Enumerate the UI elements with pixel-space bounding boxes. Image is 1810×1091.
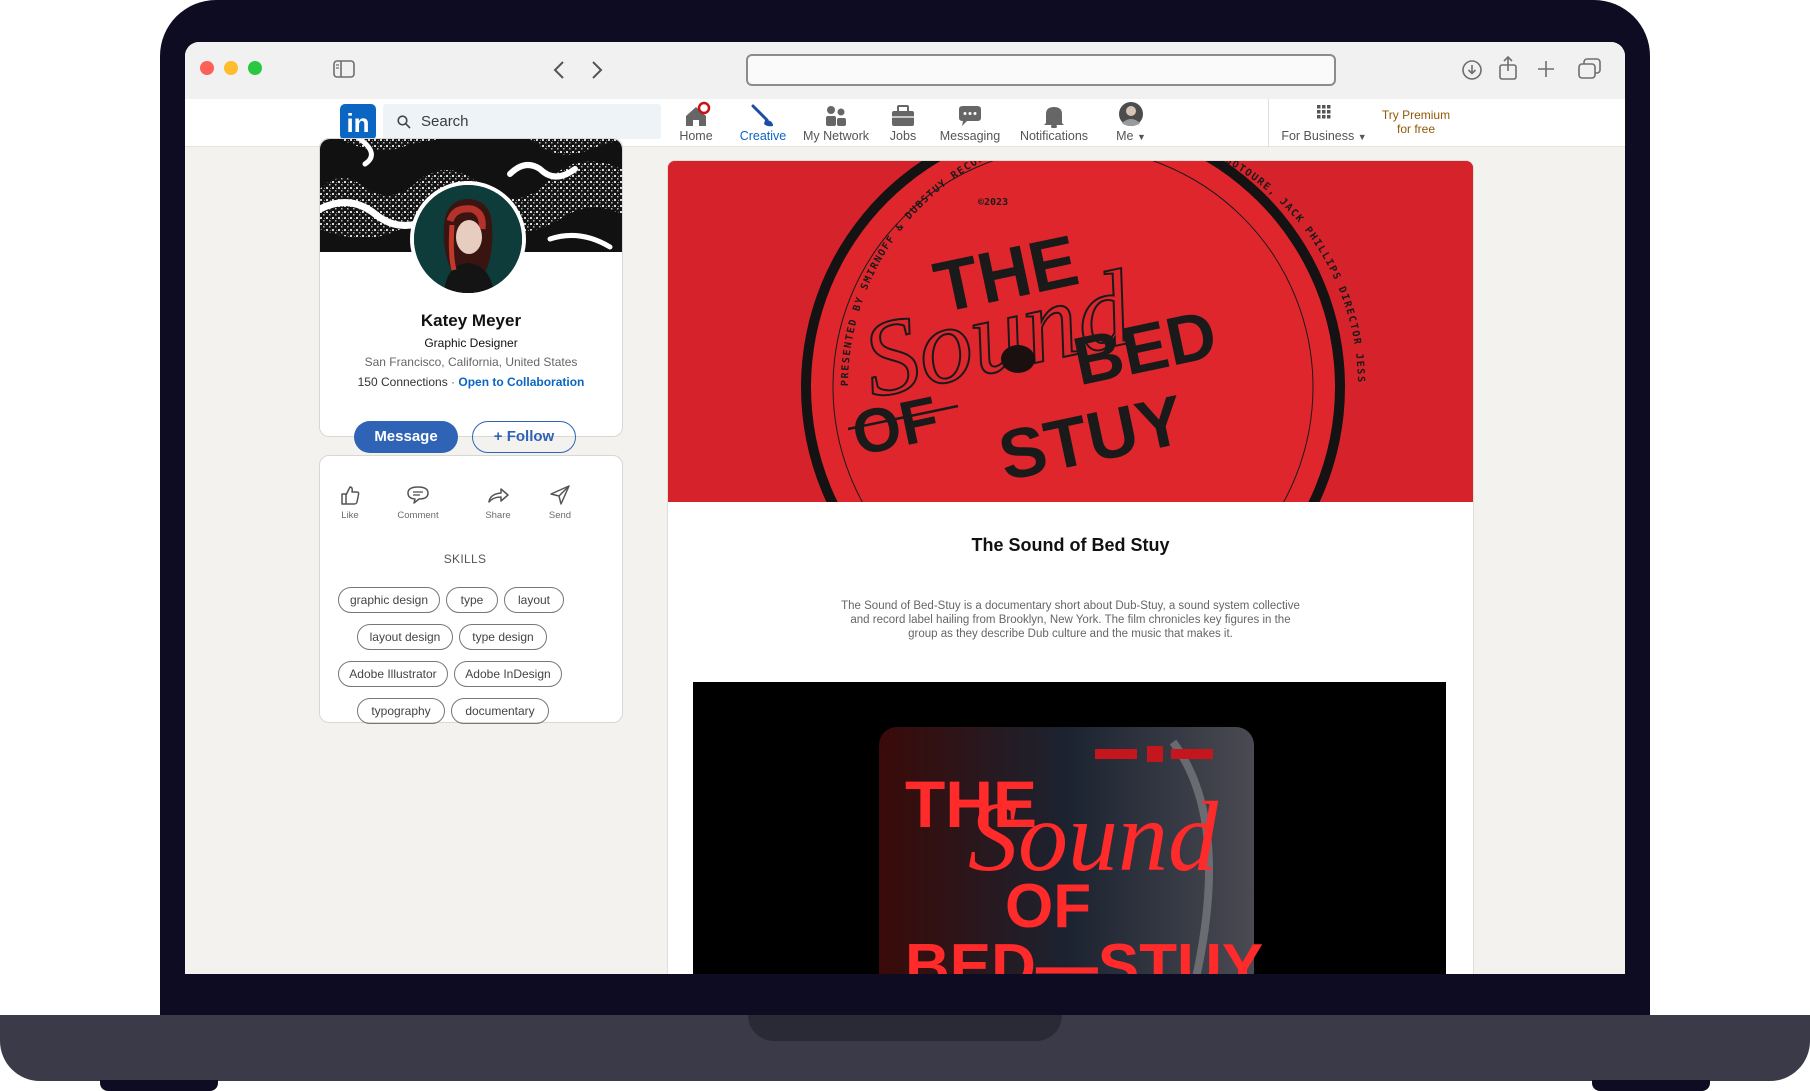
share-label: Share (485, 510, 511, 521)
send-action[interactable]: Send (530, 484, 590, 521)
nav-jobs-label: Jobs (889, 129, 917, 143)
skill-tag[interactable]: documentary (451, 698, 549, 724)
network-icon (826, 106, 846, 126)
nav-notifications-label: Notifications (1019, 129, 1089, 143)
comment-action[interactable]: Comment (388, 484, 448, 521)
nav-me-label: Me ▼ (1116, 129, 1146, 143)
nav-messaging[interactable]: Messaging (935, 99, 1005, 146)
nav-notifications[interactable]: Notifications (1011, 99, 1097, 146)
maximize-window-button[interactable] (248, 61, 262, 75)
thumbs-up-icon (341, 486, 360, 505)
nav-divider (1268, 99, 1269, 146)
comment-icon (407, 486, 429, 504)
linkedin-logo[interactable]: in (340, 104, 376, 140)
laptop-foot-left (100, 1080, 218, 1091)
record-year: ©2023 (978, 197, 1008, 208)
skill-tag[interactable]: typography (357, 698, 445, 724)
nav-messaging-label: Messaging (939, 129, 1001, 143)
profile-location: San Francisco, California, United States (364, 355, 578, 369)
back-arrow-icon[interactable] (553, 60, 565, 80)
bell-icon (1044, 107, 1064, 128)
laptop-foot-right (1592, 1080, 1710, 1091)
browser-toolbar (185, 42, 1625, 99)
message-button[interactable]: Message (354, 421, 458, 453)
nav-me[interactable]: Me ▼ (1101, 99, 1161, 146)
skill-tag[interactable]: type (446, 587, 498, 613)
nav-creative[interactable]: Creative (729, 99, 797, 146)
like-label: Like (341, 510, 359, 521)
share-page-icon[interactable] (1498, 56, 1518, 80)
skills-heading: SKILLS (443, 552, 487, 566)
home-icon (686, 101, 711, 126)
profile-card: Katey Meyer Graphic Designer San Francis… (319, 138, 623, 453)
nav-home-label: Home (679, 129, 713, 143)
profile-name: Katey Meyer (420, 311, 522, 330)
search-icon (397, 115, 411, 129)
comment-label: Comment (397, 510, 439, 521)
profile-connections-row: 150 Connections · Open to Collaboration (357, 375, 585, 389)
follow-button[interactable]: + Follow (472, 421, 576, 453)
post-title: The Sound of Bed Stuy (971, 535, 1170, 555)
skill-tag[interactable]: graphic design (338, 587, 440, 613)
forward-arrow-icon[interactable] (591, 60, 603, 80)
nav-for-business[interactable]: For Business ▼ (1281, 99, 1367, 146)
sidebar-toggle-icon[interactable] (333, 60, 355, 78)
laptop-notch (748, 1015, 1062, 1041)
video-word-bed-stuy: BED—STUY (905, 932, 1263, 974)
profile-photo (414, 185, 522, 293)
new-tab-icon[interactable] (1537, 60, 1555, 78)
skills-card: Like Comment Share Send SKILLS graphic d… (319, 455, 623, 724)
search-placeholder: Search (421, 113, 469, 130)
post-description: The Sound of Bed-Stuy is a documentary s… (841, 600, 1300, 640)
profile-headline: Graphic Designer (424, 336, 518, 350)
browser-window: in Search Home Creative My Network Jobs … (185, 42, 1625, 974)
skill-tag[interactable]: layout design (357, 624, 453, 650)
profile-avatar[interactable] (410, 181, 526, 297)
download-icon[interactable] (1461, 59, 1483, 81)
video-word-of: OF (1005, 872, 1091, 941)
vinyl-record-artwork: PRESENTED BY SMIRNOFF & DUBSTUY RECORDS … (668, 161, 1473, 502)
grid-icon (1317, 105, 1331, 119)
address-bar[interactable] (746, 54, 1336, 86)
nav-my-network[interactable]: My Network (799, 99, 873, 146)
share-icon (488, 488, 509, 503)
nav-my-network-label: My Network (803, 129, 869, 143)
project-post: PRESENTED BY SMIRNOFF & DUBSTUY RECORDS … (667, 160, 1474, 974)
chat-icon (959, 106, 981, 126)
skill-tag[interactable]: type design (459, 624, 547, 650)
nav-creative-label: Creative (739, 129, 787, 143)
connections-count[interactable]: 150 Connections (358, 375, 448, 389)
search-input[interactable]: Search (383, 104, 661, 139)
send-icon (550, 485, 570, 505)
share-action[interactable]: Share (468, 484, 528, 521)
open-to-collaboration-link[interactable]: Open to Collaboration (458, 375, 584, 389)
tab-overview-icon[interactable] (1578, 58, 1602, 80)
minimize-window-button[interactable] (224, 61, 238, 75)
video-preview[interactable]: THE Sound OF BED—STUY (693, 682, 1446, 974)
video-poster-artwork: THE Sound OF BED—STUY (693, 682, 1446, 974)
like-action[interactable]: Like (320, 484, 380, 521)
for-business-label: For Business ▼ (1281, 129, 1367, 143)
skill-tag[interactable]: layout (504, 587, 564, 613)
briefcase-icon (892, 105, 914, 126)
skill-tag[interactable]: Adobe InDesign (454, 661, 562, 687)
try-premium-link[interactable]: Try Premium for free (1375, 108, 1457, 136)
skill-tag[interactable]: Adobe Illustrator (338, 661, 448, 687)
nav-jobs[interactable]: Jobs (875, 99, 931, 146)
hero-image[interactable]: PRESENTED BY SMIRNOFF & DUBSTUY RECORDS … (668, 161, 1473, 502)
close-window-button[interactable] (200, 61, 214, 75)
brush-icon (751, 104, 773, 127)
send-label: Send (548, 510, 572, 521)
nav-home[interactable]: Home (669, 99, 723, 146)
avatar (1119, 102, 1143, 126)
